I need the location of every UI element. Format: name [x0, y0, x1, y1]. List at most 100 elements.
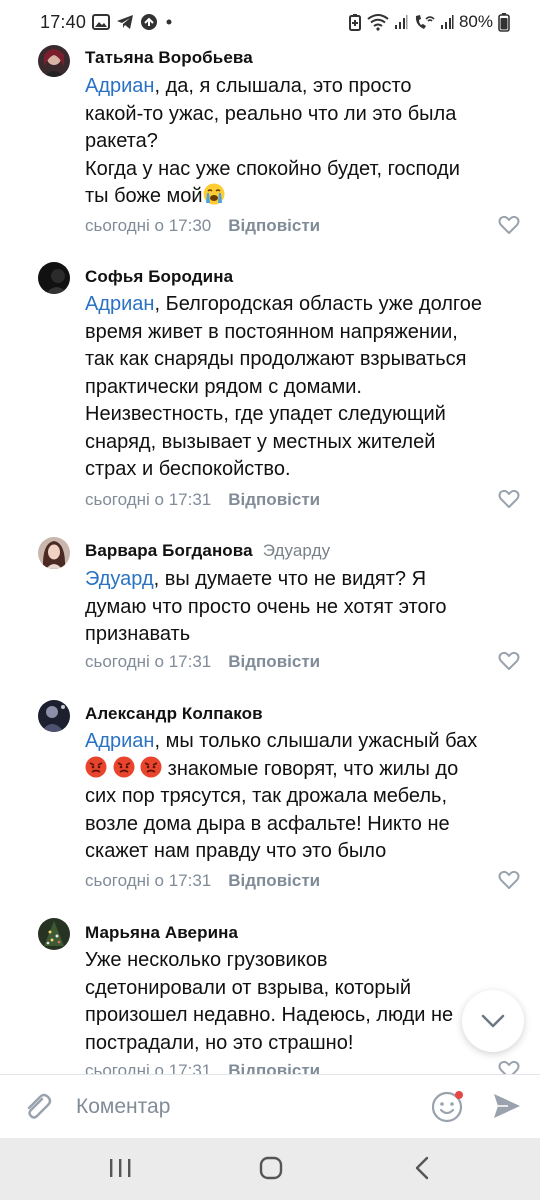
avatar[interactable] [38, 700, 70, 732]
author-name[interactable]: Софья Бородина [85, 267, 233, 286]
back-icon [415, 1156, 429, 1180]
reply-button[interactable]: Відповісти [228, 871, 320, 891]
avatar[interactable] [38, 45, 70, 77]
like-button[interactable] [498, 870, 520, 890]
emoji-button[interactable] [431, 1089, 465, 1123]
angry-emoji-icon [113, 756, 135, 778]
heart-icon [498, 651, 520, 670]
angry-emoji-icon [140, 756, 162, 778]
heart-icon [498, 489, 520, 508]
avatar[interactable] [38, 918, 70, 950]
dot-icon [164, 17, 174, 27]
text-line: , Белгородская область уже долгое [154, 293, 483, 315]
comment-input[interactable] [76, 1089, 416, 1125]
reply-button[interactable]: Відповісти [228, 652, 320, 672]
text-line: возле дома дыра в асфальте! Никто не [85, 812, 450, 835]
home-icon [259, 1156, 283, 1180]
comment-author[interactable]: Варвара Богданова Эдуарду [85, 541, 520, 561]
comment-composer [0, 1074, 540, 1138]
chevron-down-icon [481, 1014, 505, 1028]
status-bar: 17:40 80% [0, 0, 540, 44]
mention-link[interactable]: Адриан [85, 75, 154, 97]
recent-apps-button[interactable] [107, 1156, 133, 1185]
recent-apps-icon [110, 1159, 131, 1177]
text-line: произошел недавно. Надеюсь, люди не [85, 1004, 454, 1026]
like-button[interactable] [498, 1060, 520, 1074]
text-line: практически рядом с домами. [85, 375, 362, 398]
comment-timestamp: сьогодні о 17:30 [85, 216, 212, 235]
angry-emoji-icon [85, 756, 107, 778]
wifi-calling-icon [413, 13, 435, 31]
text-line: ты боже мой [85, 185, 203, 207]
comment-author[interactable]: Александр Колпаков [85, 704, 520, 724]
mention-link[interactable]: Эдуард [85, 568, 154, 590]
heart-icon [498, 1060, 520, 1074]
mention-link[interactable]: Адриан [85, 730, 154, 752]
comment-meta: сьогодні о 17:31 Відповісти [85, 1061, 320, 1074]
text-line: думаю что просто очень не хотят этого [85, 595, 447, 618]
avatar[interactable] [38, 537, 70, 569]
comment-text: Адриан, да, я слышала, это просто какой-… [85, 73, 505, 211]
wifi-icon [367, 13, 389, 31]
text-line: сдетонировали от взрыва, который [85, 976, 412, 999]
text-line: знакомые говорят, что жилы до [162, 757, 459, 780]
heart-icon [498, 870, 520, 889]
text-line: время живет в постоянном напряжении, [85, 320, 458, 343]
text-line: страх и беспокойство. [85, 458, 291, 480]
battery-percent: 80% [458, 12, 493, 31]
reply-button[interactable]: Відповісти [228, 1061, 320, 1074]
signal-icon-2 [440, 14, 454, 30]
text-line: скажет нам правду что это было [85, 840, 387, 862]
gallery-icon [92, 14, 111, 30]
author-name[interactable]: Татьяна Воробьева [85, 48, 253, 67]
text-line: ракета? [85, 130, 158, 152]
mention-link[interactable]: Адриан [85, 293, 154, 315]
send-icon [494, 1094, 520, 1118]
comment-meta: сьогодні о 17:31 Відповісти [85, 652, 320, 672]
battery-icon [498, 12, 510, 32]
text-line: снаряд, вызывает у местных жителей [85, 430, 436, 453]
send-button[interactable] [492, 1092, 522, 1125]
comment-meta: сьогодні о 17:31 Відповісти [85, 490, 320, 510]
back-button[interactable] [410, 1156, 436, 1185]
like-button[interactable] [498, 651, 520, 671]
text-line: , вы думаете что не видят? Я [153, 568, 427, 590]
attach-button[interactable] [22, 1091, 54, 1128]
comment-author[interactable]: Софья Бородина [85, 267, 520, 287]
signal-icon [394, 14, 408, 30]
text-line: Когда у нас уже спокойно будет, господи [85, 157, 460, 180]
text-line: признавать [85, 623, 191, 645]
system-navigation-bar [0, 1138, 540, 1200]
comment-text: Уже несколько грузовиков сдетонировали о… [85, 947, 505, 1057]
telegram-icon [116, 14, 134, 30]
text-line: , мы только слышали ужасный бах [154, 730, 478, 752]
comments-list[interactable]: Татьяна Воробьева Адриан, да, я слышала,… [0, 44, 540, 1074]
reply-to-label[interactable]: Эдуарду [263, 541, 331, 560]
avatar[interactable] [38, 262, 70, 294]
author-name[interactable]: Варвара Богданова [85, 541, 253, 560]
author-name[interactable]: Марьяна Аверина [85, 923, 238, 942]
comment-timestamp: сьогодні о 17:31 [85, 652, 212, 671]
like-button[interactable] [498, 489, 520, 509]
comment-author[interactable]: Татьяна Воробьева [85, 48, 520, 68]
comment-author[interactable]: Марьяна Аверина [85, 923, 520, 943]
reply-button[interactable]: Відповісти [228, 490, 320, 510]
author-name[interactable]: Александр Колпаков [85, 704, 263, 723]
text-line: Уже несколько грузовиков [85, 949, 328, 971]
text-line: так как снаряды продолжают взрываться [85, 348, 467, 370]
comment-timestamp: сьогодні о 17:31 [85, 1061, 212, 1074]
text-line: , да, я слышала, это просто [154, 75, 412, 97]
home-button[interactable] [258, 1156, 284, 1185]
reply-button[interactable]: Відповісти [228, 216, 320, 236]
text-line: Неизвестность, где упадет следующий [85, 403, 446, 425]
heart-icon [498, 215, 520, 234]
comment-text: Эдуард, вы думаете что не видят? Я думаю… [85, 566, 505, 649]
comment-timestamp: сьогодні о 17:31 [85, 871, 212, 890]
paperclip-icon [27, 1093, 52, 1119]
like-button[interactable] [498, 215, 520, 235]
text-line: какой-то ужас, реально что ли это была [85, 102, 457, 125]
smile-icon [431, 1091, 463, 1123]
scroll-down-button[interactable] [462, 990, 524, 1052]
comment-timestamp: сьогодні о 17:31 [85, 490, 212, 509]
battery-saver-icon [348, 13, 362, 31]
